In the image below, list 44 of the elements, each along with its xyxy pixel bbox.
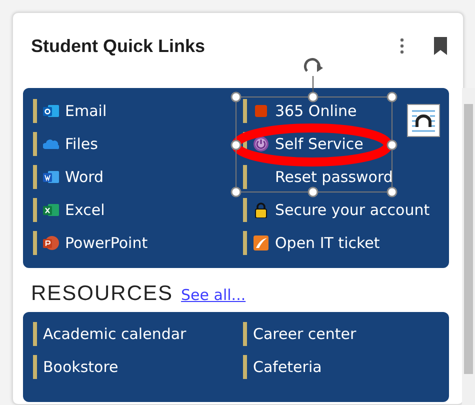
quick-link[interactable]: Self Service [275, 132, 364, 156]
section-heading: RESOURCES [31, 281, 174, 307]
quick-link[interactable]: Career center [253, 322, 356, 346]
link-marker [243, 231, 247, 255]
quick-link[interactable]: Open IT ticket [275, 232, 380, 254]
app-icon [253, 103, 269, 119]
quick-link[interactable]: Excel [65, 198, 105, 222]
quick-link[interactable]: Files [65, 132, 98, 156]
link-marker [243, 99, 247, 123]
quick-link[interactable]: Secure your account [275, 198, 430, 222]
power-icon [253, 136, 269, 152]
quick-link[interactable]: Reset password [275, 166, 393, 188]
link-marker [33, 198, 37, 222]
card-title: Student Quick Links [31, 34, 206, 58]
quick-link[interactable]: Academic calendar [43, 322, 186, 346]
link-marker [33, 132, 37, 156]
document-icon [43, 169, 59, 185]
quick-link[interactable]: 365 Online [275, 100, 357, 122]
link-marker [33, 231, 37, 255]
link-marker [33, 355, 37, 379]
bookmark-icon[interactable] [434, 37, 447, 55]
selection-frame-overlay[interactable] [230, 58, 398, 198]
spreadsheet-icon [43, 202, 59, 218]
link-marker [243, 198, 247, 222]
link-marker [33, 165, 37, 189]
see-all-link[interactable]: See all... [181, 284, 246, 306]
link-marker [33, 322, 37, 346]
scrollbar[interactable] [462, 88, 475, 405]
link-marker [243, 355, 247, 379]
layout-options-icon[interactable] [407, 104, 440, 137]
quick-link[interactable]: Email [65, 100, 107, 122]
ticket-icon [253, 235, 269, 251]
quick-link[interactable]: Word [65, 166, 104, 188]
scrollbar-thumb[interactable] [464, 104, 473, 374]
quick-link[interactable]: Bookstore [43, 356, 118, 378]
quick-link[interactable]: Cafeteria [253, 356, 322, 378]
presentation-icon [43, 235, 59, 251]
quick-link[interactable]: PowerPoint [65, 232, 148, 254]
link-marker [243, 165, 247, 189]
link-marker [33, 99, 37, 123]
more-options-icon[interactable] [400, 38, 404, 54]
link-marker [243, 322, 247, 346]
lock-icon [253, 202, 269, 218]
email-icon [43, 103, 59, 119]
